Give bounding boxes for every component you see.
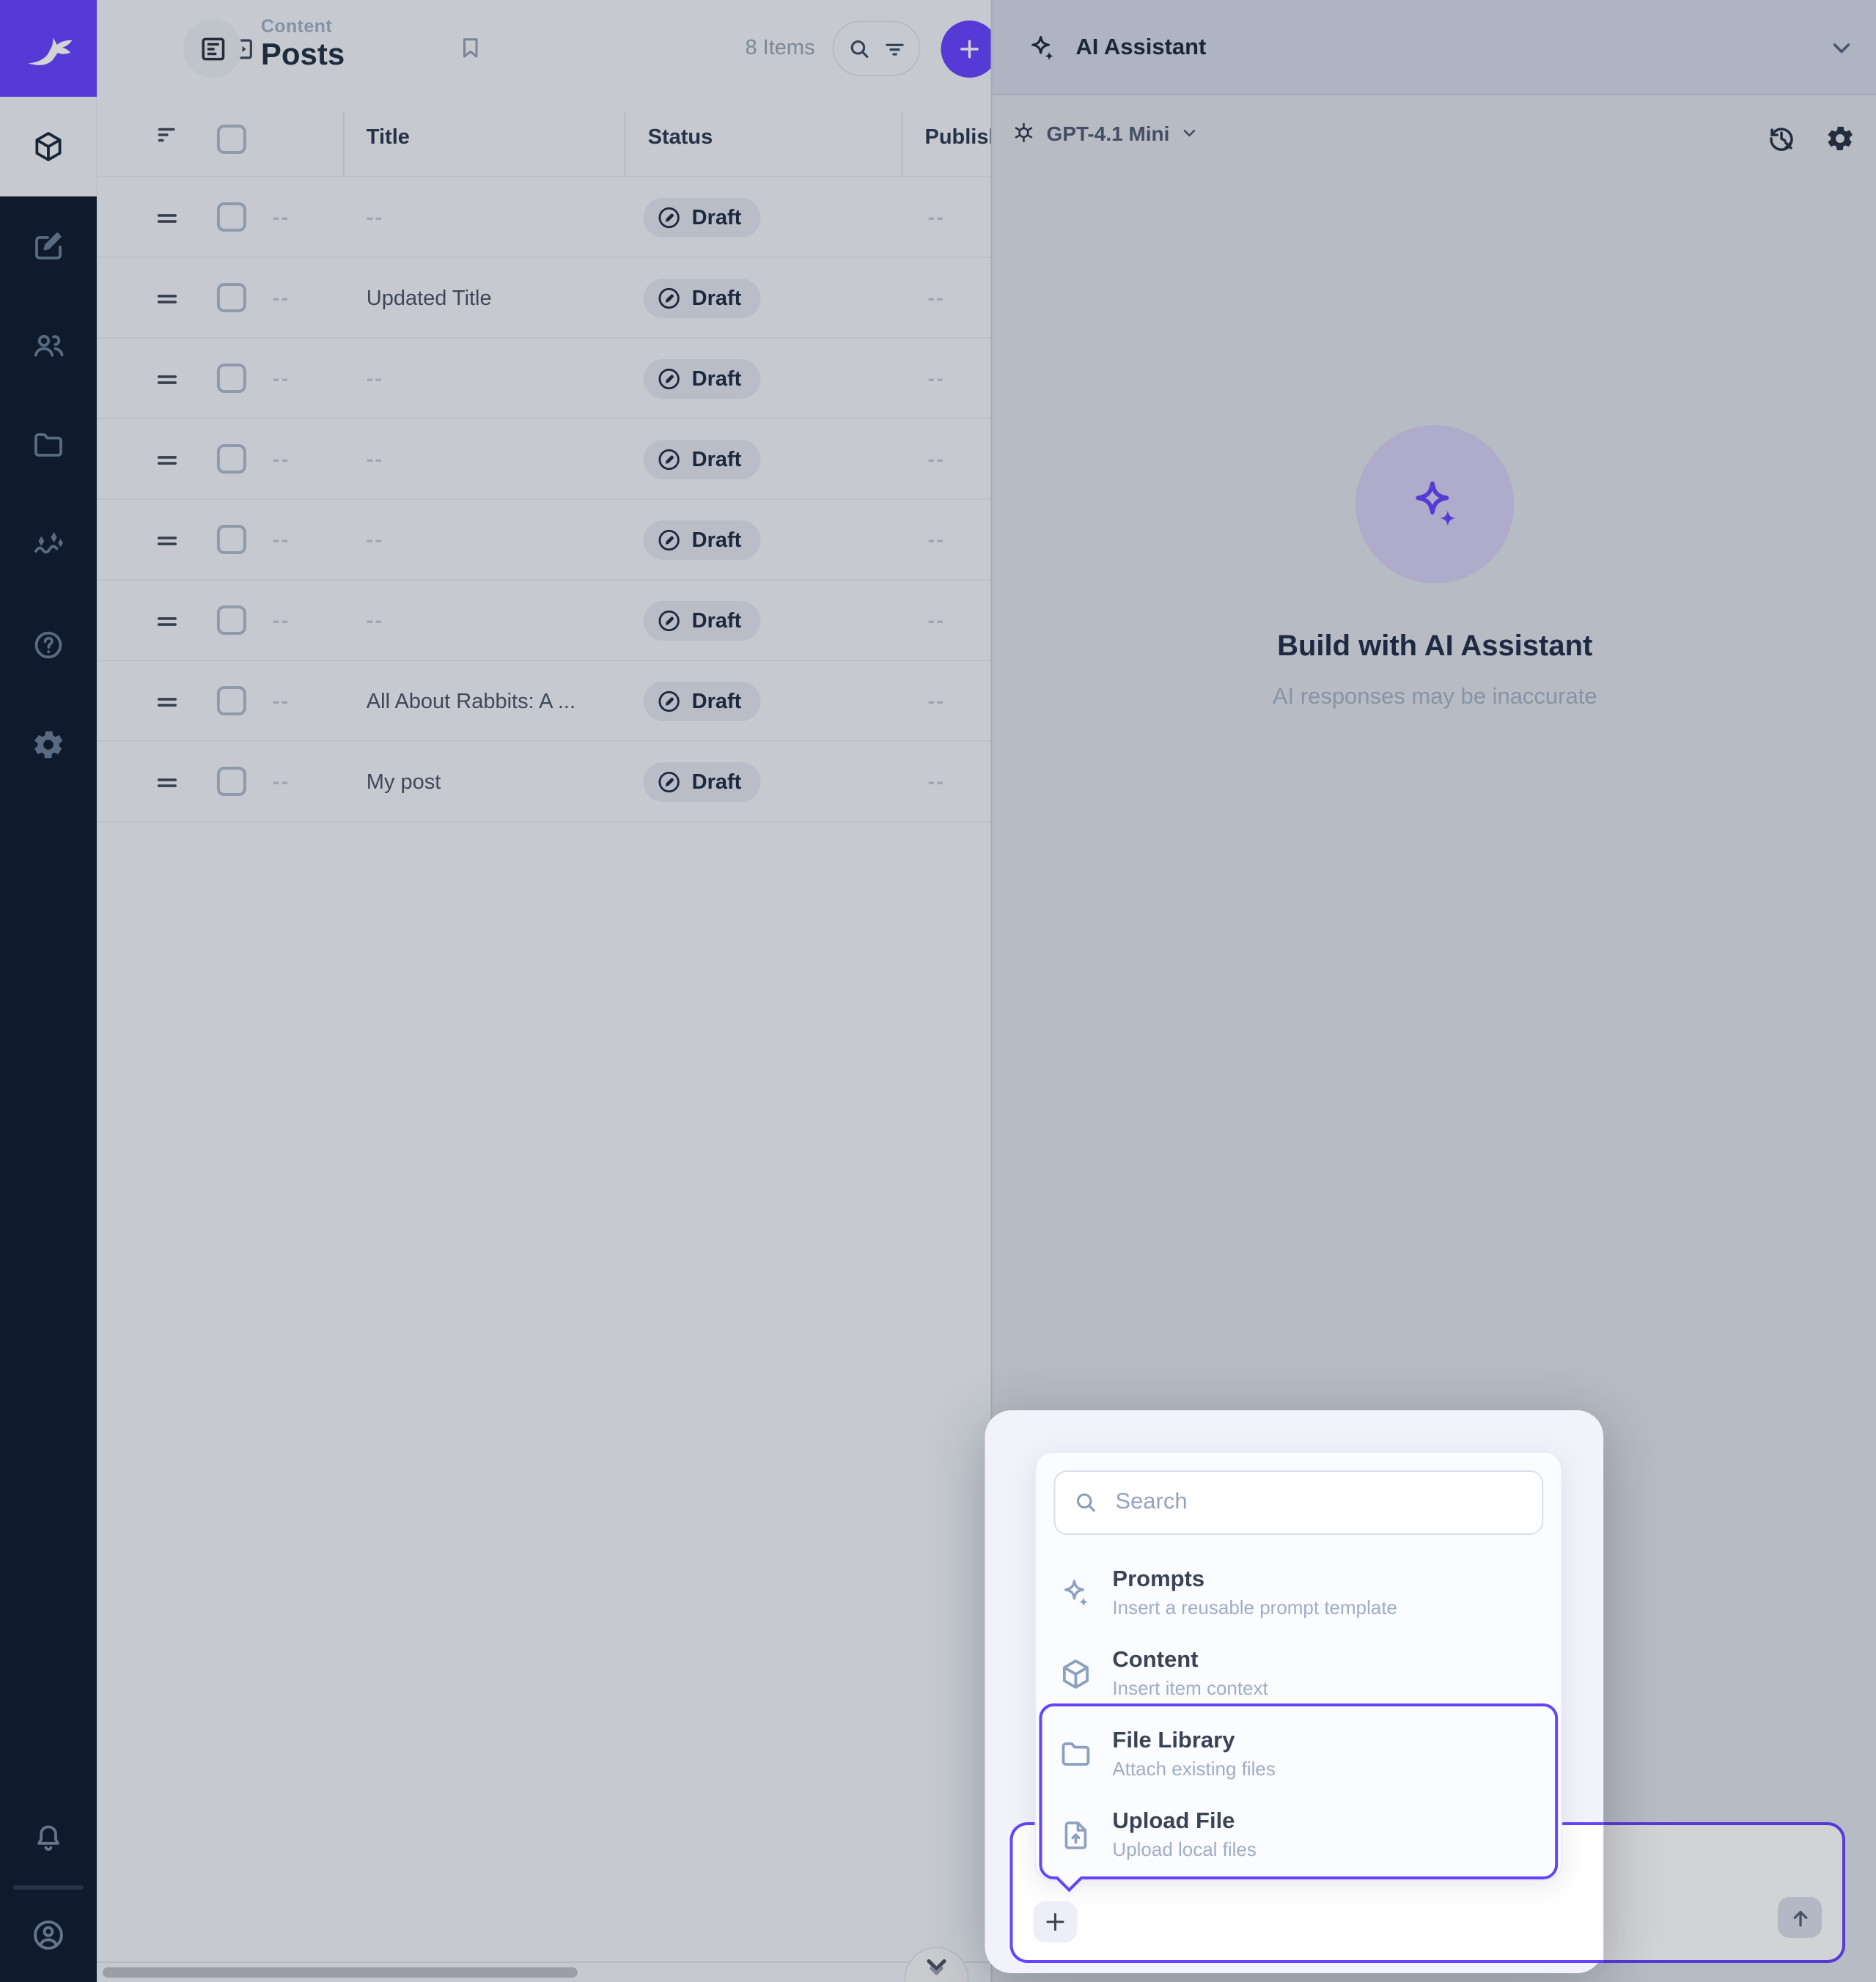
attachment-search-input[interactable] — [1053, 1470, 1543, 1535]
menu-item-title: Upload File — [1112, 1806, 1256, 1837]
menu-item-title: Content — [1112, 1645, 1268, 1676]
file-upload-icon — [1058, 1817, 1093, 1852]
menu-item-content[interactable]: ContentInsert item context — [1036, 1633, 1561, 1714]
sparkles-icon — [1058, 1575, 1093, 1610]
menu-item-subtitle: Insert item context — [1112, 1676, 1268, 1702]
attach-button[interactable] — [1033, 1901, 1077, 1942]
folder-icon — [1058, 1736, 1093, 1772]
box-icon — [1058, 1656, 1093, 1691]
menu-item-subtitle: Insert a reusable prompt template — [1112, 1595, 1397, 1621]
menu-item-subtitle: Upload local files — [1112, 1837, 1256, 1863]
app-window: Content Posts 8 Items Ti — [0, 0, 1876, 1982]
attachment-menu-items: PromptsInsert a reusable prompt template… — [1036, 1552, 1561, 1875]
menu-item-title: File Library — [1112, 1725, 1275, 1756]
menu-item-subtitle: Attach existing files — [1112, 1756, 1275, 1783]
menu-item-file-library[interactable]: File LibraryAttach existing files — [1036, 1714, 1561, 1794]
menu-item-title: Prompts — [1112, 1564, 1397, 1595]
menu-item-upload-file[interactable]: Upload FileUpload local files — [1036, 1794, 1561, 1875]
menu-item-prompts[interactable]: PromptsInsert a reusable prompt template — [1036, 1552, 1561, 1633]
plus-icon — [1042, 1909, 1068, 1935]
attachment-menu: PromptsInsert a reusable prompt template… — [1034, 1451, 1562, 1881]
